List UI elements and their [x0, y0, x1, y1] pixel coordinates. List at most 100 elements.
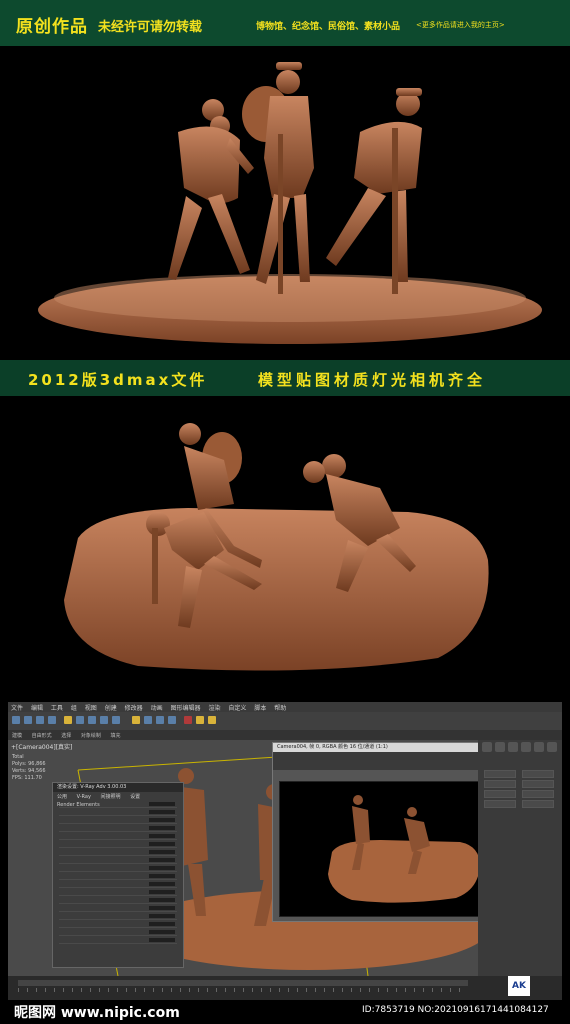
tab-settings[interactable]: 设置: [130, 793, 140, 800]
time-slider[interactable]: [18, 980, 468, 986]
setting-row[interactable]: [59, 857, 177, 864]
setting-field[interactable]: [149, 858, 175, 862]
sculpture-render-front: [8, 48, 562, 354]
setting-row[interactable]: [59, 889, 177, 896]
ribbon-tab-modeling[interactable]: 建模: [12, 732, 22, 739]
menu-customize[interactable]: 自定义: [228, 703, 246, 712]
tab-vray[interactable]: V-Ray: [77, 794, 91, 800]
rotate-icon[interactable]: [100, 716, 108, 724]
tab-common[interactable]: 公用: [57, 793, 67, 800]
stats-total: Total: [12, 754, 24, 760]
menu-views[interactable]: 视图: [85, 703, 97, 712]
setting-row[interactable]: [59, 913, 177, 920]
watermark-bar: 昵图网 www.nipic.com ID:7853719 NO:20210916…: [0, 1000, 570, 1024]
setting-row[interactable]: [59, 825, 177, 832]
utilities-tab-icon[interactable]: [547, 742, 557, 752]
viewport-label[interactable]: +[Camera004][真实]: [11, 742, 72, 751]
setting-row[interactable]: [59, 809, 177, 816]
display-tab-icon[interactable]: [534, 742, 544, 752]
setting-field[interactable]: [149, 866, 175, 870]
mid-banner: 2012版3dmax文件 模型贴图材质灯光相机齐全: [0, 360, 570, 396]
menu-group[interactable]: 组: [71, 703, 77, 712]
object-type-button[interactable]: [484, 790, 516, 798]
motion-tab-icon[interactable]: [521, 742, 531, 752]
angle-snap-icon[interactable]: [144, 716, 152, 724]
render-setup-tabs: 公用 V-Ray 间接照明 设置 Render Elements: [53, 792, 183, 808]
menu-modifiers[interactable]: 修改器: [125, 703, 143, 712]
setting-field[interactable]: [149, 802, 175, 806]
setting-row[interactable]: [59, 873, 177, 880]
setting-field[interactable]: [149, 938, 175, 942]
redo-icon[interactable]: [24, 716, 32, 724]
object-type-button[interactable]: [522, 770, 554, 778]
setting-field[interactable]: [149, 914, 175, 918]
setting-field[interactable]: [149, 834, 175, 838]
tab-gi[interactable]: 间接照明: [101, 793, 121, 800]
setting-row[interactable]: [59, 905, 177, 912]
mirror-icon[interactable]: [156, 716, 164, 724]
render-setup-icon[interactable]: [196, 716, 204, 724]
setting-row[interactable]: [59, 929, 177, 936]
setting-row[interactable]: [59, 817, 177, 824]
setting-row[interactable]: [59, 849, 177, 856]
setting-field[interactable]: [149, 890, 175, 894]
menu-file[interactable]: 文件: [11, 703, 23, 712]
setting-field[interactable]: [149, 898, 175, 902]
create-tab-icon[interactable]: [482, 742, 492, 752]
material-editor-icon[interactable]: [184, 716, 192, 724]
setting-row[interactable]: [59, 881, 177, 888]
modify-tab-icon[interactable]: [495, 742, 505, 752]
ribbon-tab-populate[interactable]: 填充: [110, 732, 120, 739]
render-icon[interactable]: [208, 716, 216, 724]
undo-icon[interactable]: [12, 716, 20, 724]
object-type-button[interactable]: [522, 780, 554, 788]
setting-field[interactable]: [149, 930, 175, 934]
object-type-button[interactable]: [484, 800, 516, 808]
menu-help[interactable]: 帮助: [274, 703, 286, 712]
setting-row[interactable]: [59, 937, 177, 944]
menu-tools[interactable]: 工具: [51, 703, 63, 712]
menu-animation[interactable]: 动画: [151, 703, 163, 712]
setting-row[interactable]: [59, 921, 177, 928]
setting-field[interactable]: [149, 882, 175, 886]
rendered-image: [279, 781, 509, 917]
object-type-button[interactable]: [522, 800, 554, 808]
menu-graph-editors[interactable]: 图形编辑器: [171, 703, 201, 712]
object-type-button[interactable]: [484, 780, 516, 788]
hierarchy-tab-icon[interactable]: [508, 742, 518, 752]
setting-field[interactable]: [149, 818, 175, 822]
scale-icon[interactable]: [112, 716, 120, 724]
setting-row[interactable]: [59, 801, 177, 808]
setting-field[interactable]: [149, 922, 175, 926]
ribbon-tab-selection[interactable]: 选择: [61, 732, 71, 739]
sculpture-render-top: [8, 400, 562, 694]
select-icon[interactable]: [64, 716, 72, 724]
ribbon-tab-freeform[interactable]: 自由形式: [32, 732, 52, 739]
stats-fps: FPS: 111.70: [12, 775, 42, 781]
frame-buffer-toolbar: [273, 752, 513, 770]
object-type-button[interactable]: [484, 770, 516, 778]
setting-row[interactable]: [59, 865, 177, 872]
select-region-icon[interactable]: [76, 716, 84, 724]
link-icon[interactable]: [36, 716, 44, 724]
menu-rendering[interactable]: 渲染: [208, 703, 220, 712]
menu-scripting[interactable]: 脚本: [254, 703, 266, 712]
ribbon-tab-object-paint[interactable]: 对象绘制: [81, 732, 101, 739]
setting-field[interactable]: [149, 810, 175, 814]
setting-row[interactable]: [59, 841, 177, 848]
setting-field[interactable]: [149, 874, 175, 878]
setting-row[interactable]: [59, 833, 177, 840]
menu-create[interactable]: 创建: [105, 703, 117, 712]
unlink-icon[interactable]: [48, 716, 56, 724]
setting-field[interactable]: [149, 850, 175, 854]
object-type-button[interactable]: [522, 790, 554, 798]
setting-field[interactable]: [149, 906, 175, 910]
snap-icon[interactable]: [132, 716, 140, 724]
setting-field[interactable]: [149, 842, 175, 846]
menu-edit[interactable]: 编辑: [31, 703, 43, 712]
align-icon[interactable]: [168, 716, 176, 724]
setting-field[interactable]: [149, 826, 175, 830]
move-icon[interactable]: [88, 716, 96, 724]
setting-row[interactable]: [59, 897, 177, 904]
banner-more-link[interactable]: <更多作品请进入我的主页>: [416, 20, 505, 30]
